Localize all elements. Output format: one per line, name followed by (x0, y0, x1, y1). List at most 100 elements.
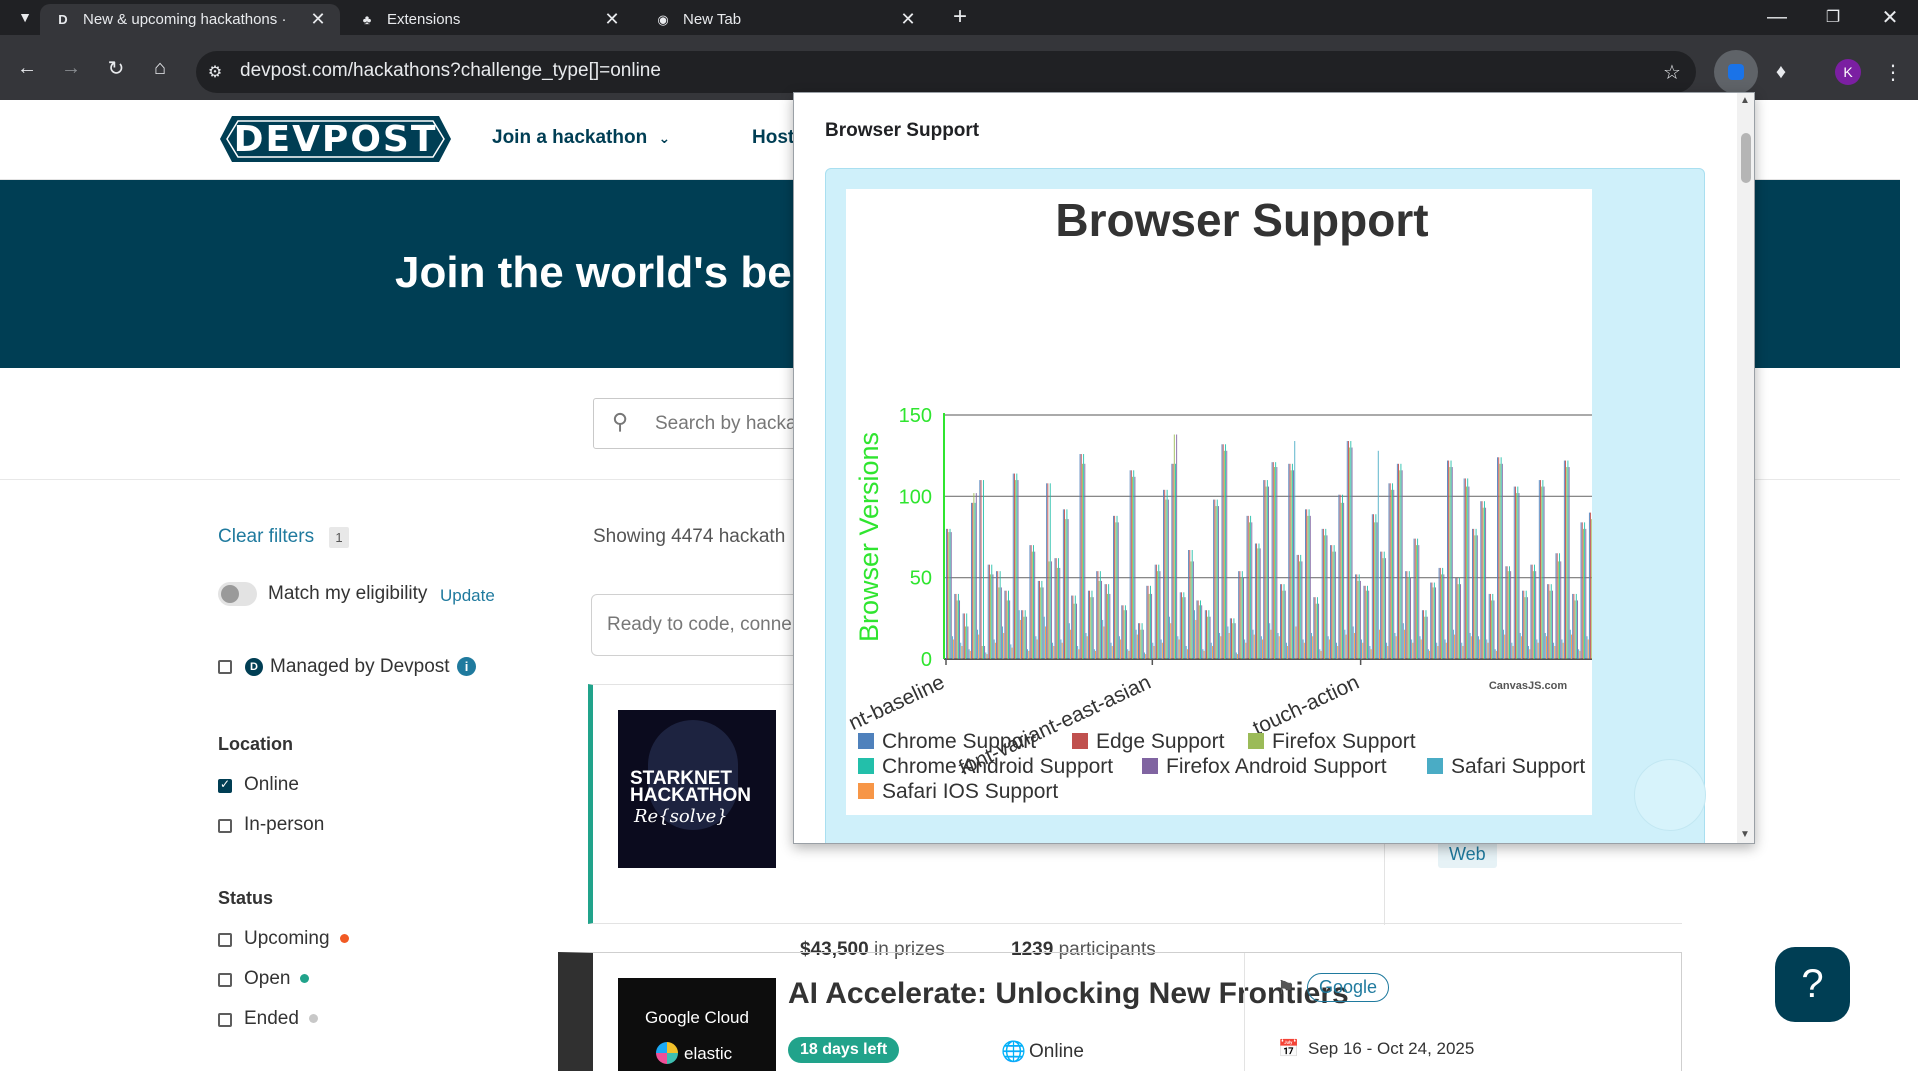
bar (1343, 502, 1345, 659)
eligibility-toggle[interactable] (218, 582, 257, 606)
ended-checkbox[interactable] (218, 1013, 232, 1027)
bar (948, 532, 950, 659)
bar (1296, 554, 1298, 659)
close-tab-icon[interactable]: ✕ (308, 9, 328, 30)
bar (949, 528, 951, 659)
menu-kebab-icon[interactable]: ⋮ (1878, 57, 1908, 87)
host-menu[interactable]: Host (752, 127, 794, 149)
inperson-checkbox[interactable] (218, 819, 232, 833)
starknet-thumbnail: STARKNET HACKATHON Re{solve} (618, 710, 776, 868)
bar (1478, 636, 1479, 659)
bar (1301, 561, 1303, 659)
bar (1324, 535, 1326, 659)
forward-icon[interactable]: → (56, 53, 86, 83)
open-checkbox[interactable] (218, 973, 232, 987)
card-title[interactable]: AI Accelerate: Unlocking New Frontiers (788, 977, 1349, 1011)
bar (1080, 454, 1082, 659)
popup-scrollbar[interactable]: ▲ ▼ (1737, 93, 1754, 843)
bar (1122, 605, 1124, 659)
bar (1402, 623, 1404, 659)
bar (1352, 626, 1354, 659)
bar (1429, 650, 1430, 659)
bar (1577, 600, 1578, 659)
bar (1160, 639, 1162, 659)
bar (1288, 463, 1290, 659)
hackathon-card[interactable]: Google Cloud elastic AI Accelerate: Unlo… (558, 952, 1682, 1071)
extension-active-icon[interactable] (1714, 50, 1758, 94)
bar (1437, 645, 1439, 659)
scroll-down-icon[interactable]: ▼ (1740, 829, 1750, 840)
help-button[interactable]: ? (1775, 947, 1850, 1022)
bar (1062, 509, 1064, 659)
managed-checkbox[interactable] (218, 660, 232, 674)
bookmark-star-icon[interactable]: ☆ (1657, 57, 1687, 87)
scroll-up-icon[interactable]: ▲ (1740, 95, 1750, 106)
tab-search-icon[interactable]: ▼ (10, 2, 40, 32)
back-icon[interactable]: ← (12, 53, 42, 83)
bar (969, 650, 971, 659)
bar (1134, 476, 1136, 659)
restore-icon[interactable]: ❐ (1818, 2, 1848, 32)
extensions-puzzle-icon[interactable]: ♦ (1766, 57, 1796, 87)
bar (1463, 478, 1465, 659)
bar (1566, 467, 1568, 659)
minimize-icon[interactable]: — (1762, 2, 1792, 32)
web-tag[interactable]: Web (1438, 841, 1497, 868)
bar (1528, 645, 1529, 659)
upcoming-checkbox[interactable] (218, 933, 232, 947)
elastic-logo-icon (656, 1042, 678, 1064)
host-chip[interactable]: Google (1307, 973, 1390, 1002)
tab-extensions[interactable]: ♣ Extensions ✕ (344, 4, 634, 35)
new-tab-icon[interactable]: + (945, 2, 975, 32)
reload-icon[interactable]: ↻ (101, 53, 131, 83)
bar (1381, 551, 1383, 659)
bar (1167, 499, 1169, 659)
bar (1383, 551, 1385, 659)
bar (1519, 632, 1521, 659)
bar (1240, 577, 1242, 659)
bar (1438, 567, 1440, 659)
bar (1339, 494, 1341, 659)
clear-filters-link[interactable]: Clear filters 1 (218, 526, 349, 548)
days-left-badge: 18 days left (788, 1037, 900, 1063)
bar (1081, 463, 1083, 659)
bar (1320, 650, 1322, 659)
chart-fab-button[interactable] (1634, 759, 1706, 831)
bar (1184, 597, 1186, 659)
bar (1114, 515, 1116, 659)
join-hackathon-menu[interactable]: Join a hackathon ⌄ (492, 127, 670, 149)
bar (1107, 593, 1108, 659)
bar (1481, 501, 1483, 659)
bar (1065, 519, 1067, 659)
close-tab-icon[interactable]: ✕ (602, 9, 622, 30)
bar (1285, 642, 1287, 659)
tab-new-tab[interactable]: ◉ New Tab ✕ (640, 4, 930, 35)
bar (1384, 558, 1386, 659)
bar (1581, 522, 1583, 659)
bar (1146, 585, 1148, 659)
url-text[interactable]: devpost.com/hackathons?challenge_type[]=… (240, 60, 661, 82)
info-icon[interactable]: i (457, 657, 476, 676)
profile-avatar[interactable]: K (1835, 59, 1861, 85)
bar (1479, 639, 1481, 659)
close-tab-icon[interactable]: ✕ (898, 9, 918, 30)
bar (1315, 603, 1317, 659)
bar (1353, 632, 1355, 659)
bar (1309, 515, 1311, 659)
bar (1314, 597, 1316, 659)
update-link[interactable]: Update (440, 586, 495, 606)
tab-devpost[interactable]: D New & upcoming hackathons · ✕ (40, 4, 340, 35)
online-checkbox[interactable]: ✓ (218, 777, 232, 793)
bar (1342, 494, 1343, 659)
bar (1203, 650, 1205, 659)
bar (1300, 554, 1302, 659)
bar (1171, 463, 1173, 659)
scrollbar-thumb[interactable] (1741, 133, 1751, 183)
site-info-icon[interactable]: ⚙ (200, 57, 230, 87)
bar (1336, 642, 1337, 659)
devpost-logo[interactable]: DEVPOST (220, 116, 451, 162)
home-icon[interactable]: ⌂ (145, 53, 175, 83)
close-window-icon[interactable]: ✕ (1875, 2, 1905, 32)
hero-heading: Join the world's bes (395, 248, 817, 297)
bar (1127, 649, 1129, 659)
